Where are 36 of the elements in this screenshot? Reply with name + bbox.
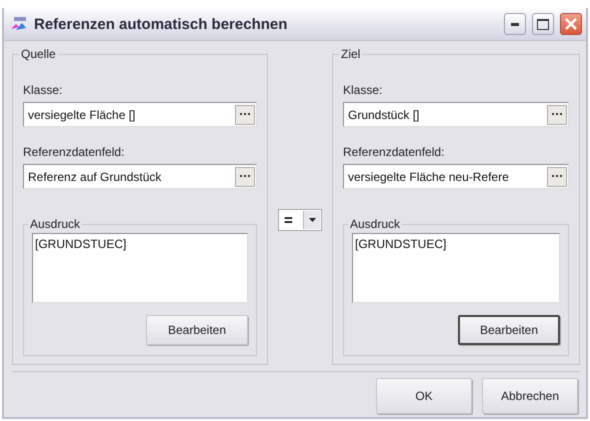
browse-button[interactable] bbox=[235, 104, 255, 124]
text-area[interactable]: [GRUNDSTUEC] bbox=[352, 233, 560, 303]
dialog-button[interactable]: OK bbox=[376, 378, 472, 414]
browse-button[interactable] bbox=[547, 104, 567, 124]
dots-icon bbox=[552, 175, 562, 178]
edit-button[interactable]: Bearbeiten bbox=[146, 315, 248, 345]
dots-icon bbox=[552, 113, 562, 116]
maximize-button[interactable] bbox=[532, 13, 554, 35]
caret-icon bbox=[308, 218, 316, 222]
group-title: Ausdruck bbox=[29, 217, 82, 231]
group-title: Ziel bbox=[340, 47, 362, 61]
field-label: Referenzdatenfeld: bbox=[23, 145, 126, 159]
dialog-button[interactable]: Abbrechen bbox=[482, 378, 578, 414]
field-label: Referenzdatenfeld: bbox=[343, 145, 446, 159]
window-title: Referenzen automatisch berechnen bbox=[34, 16, 288, 32]
input-field[interactable]: versiegelte Fläche [] bbox=[23, 102, 257, 127]
input-field[interactable]: Referenz auf Grundstück bbox=[23, 164, 257, 189]
minimize-button[interactable] bbox=[504, 13, 526, 35]
dots-icon bbox=[240, 175, 250, 178]
close-button[interactable] bbox=[560, 13, 582, 35]
app-icon bbox=[10, 16, 28, 32]
operator-dropdown[interactable]: = bbox=[278, 209, 322, 231]
field-label: Klasse: bbox=[343, 83, 384, 97]
text-area[interactable]: [GRUNDSTUEC] bbox=[32, 233, 248, 303]
browse-button[interactable] bbox=[547, 166, 567, 186]
minimize-icon bbox=[511, 22, 519, 26]
edit-button[interactable]: Bearbeiten bbox=[458, 315, 560, 345]
close-icon bbox=[565, 18, 577, 30]
input-field[interactable]: versiegelte Fläche neu-Refere bbox=[343, 164, 569, 189]
field-label: Klasse: bbox=[23, 83, 64, 97]
browse-button[interactable] bbox=[235, 166, 255, 186]
group-title: Quelle bbox=[20, 47, 57, 61]
input-field[interactable]: Grundstück [] bbox=[343, 102, 569, 127]
maximize-icon bbox=[537, 18, 549, 30]
group-title: Ausdruck bbox=[349, 217, 402, 231]
dots-icon bbox=[240, 113, 250, 116]
